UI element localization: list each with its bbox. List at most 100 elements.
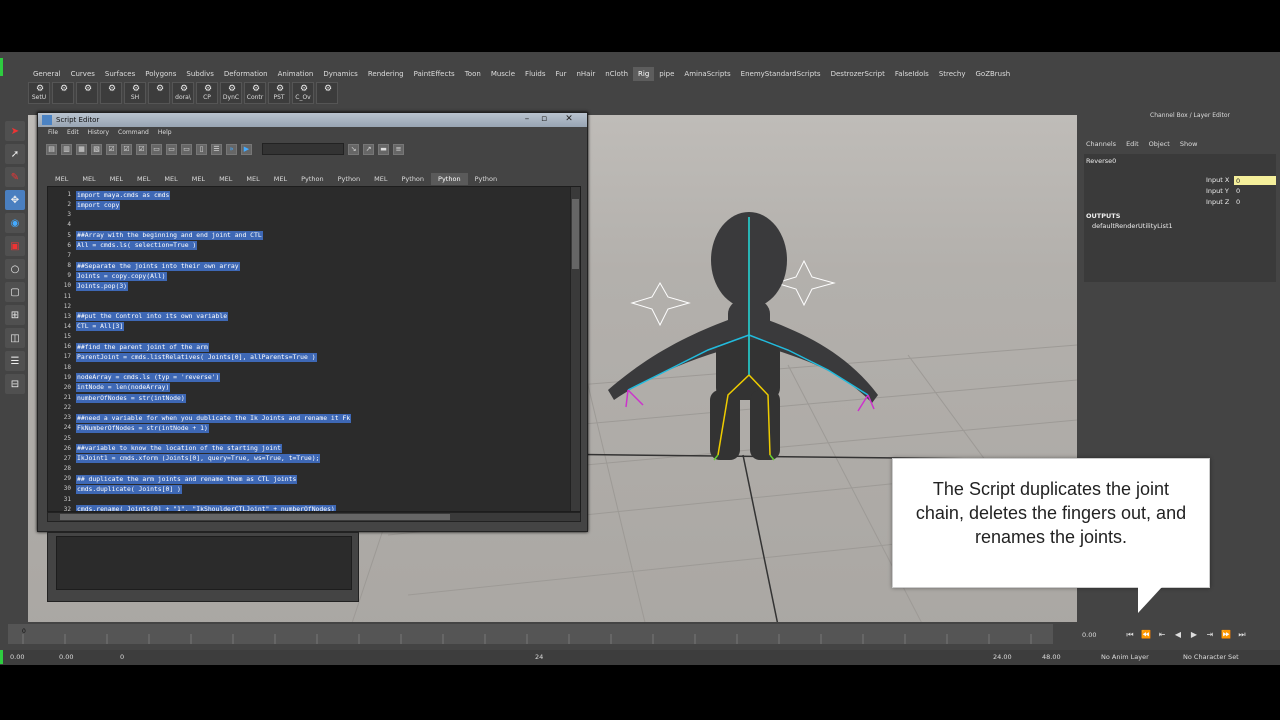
- character-set-menu[interactable]: No Character Set: [1183, 653, 1239, 661]
- shelf-button-icon[interactable]: ⚙ dora\: [172, 82, 194, 104]
- options-icon[interactable]: ≡: [393, 143, 404, 155]
- scale-tool-icon[interactable]: ▣: [5, 236, 25, 256]
- clear-history-icon[interactable]: ▭: [151, 143, 162, 155]
- script-tab[interactable]: MEL: [75, 173, 102, 185]
- range-playback-end-field[interactable]: 48.00: [1042, 653, 1061, 661]
- menu-history[interactable]: History: [88, 127, 109, 139]
- shelf-tab[interactable]: Polygons: [140, 67, 181, 81]
- shelf-tab[interactable]: nCloth: [600, 67, 633, 81]
- step-forward-key-icon[interactable]: ⏩: [1220, 629, 1232, 641]
- menu-help[interactable]: Help: [158, 127, 172, 139]
- shelf-tab[interactable]: Dynamics: [318, 67, 363, 81]
- code-horizontal-scrollbar[interactable]: [47, 512, 581, 522]
- code-input[interactable]: 1 2 3 4 5 6 7 8 9 10 11 12 13 14 15 16 17 18 19 20 21 22 23 24 2…: [47, 186, 581, 512]
- script-tab[interactable]: MEL: [130, 173, 157, 185]
- shelf-tab[interactable]: nHair: [571, 67, 600, 81]
- shelf-tab[interactable]: Curves: [66, 67, 100, 81]
- open-script-icon[interactable]: ▤: [46, 143, 57, 155]
- range-start-field[interactable]: 0.00: [10, 653, 24, 661]
- left-star-control[interactable]: [630, 281, 691, 327]
- shelf-tab[interactable]: EnemyStandardScripts: [736, 67, 826, 81]
- script-tab[interactable]: MEL: [157, 173, 184, 185]
- stack-trace-icon[interactable]: ☑: [136, 143, 147, 155]
- input-x-field[interactable]: 0: [1234, 176, 1276, 185]
- play-forwards-icon[interactable]: ▶: [1188, 629, 1200, 641]
- layout-outliner-icon[interactable]: ⊟: [5, 374, 25, 394]
- shelf-tab[interactable]: GoZBrush: [970, 67, 1015, 81]
- menu-channels[interactable]: Channels: [1086, 140, 1116, 148]
- shelf-button-icon[interactable]: ⚙: [76, 82, 98, 104]
- shelf-button-icon[interactable]: ⚙: [100, 82, 122, 104]
- execute-all-icon[interactable]: »: [226, 143, 237, 155]
- clear-input-icon[interactable]: ▭: [166, 143, 177, 155]
- input-z-value[interactable]: 0: [1236, 198, 1240, 206]
- script-tab[interactable]: Python: [331, 173, 368, 185]
- shelf-tab[interactable]: Strechy: [934, 67, 971, 81]
- script-tab[interactable]: Python: [431, 173, 468, 185]
- move-tool-icon[interactable]: ✥: [5, 190, 25, 210]
- shelf-tab[interactable]: Fur: [551, 67, 572, 81]
- shelf-button-icon[interactable]: ⚙ C_Ov: [292, 82, 314, 104]
- shelf-button-icon[interactable]: ⚙ SH: [124, 82, 146, 104]
- layout-four-icon[interactable]: ⊞: [5, 305, 25, 325]
- script-tab[interactable]: MEL: [367, 173, 394, 185]
- source-script-icon[interactable]: ▥: [61, 143, 72, 155]
- line-numbers-icon[interactable]: ☑: [121, 143, 132, 155]
- shelf-tab[interactable]: Rendering: [363, 67, 409, 81]
- script-tab[interactable]: Python: [395, 173, 432, 185]
- shelf-tab[interactable]: Muscle: [486, 67, 520, 81]
- save-shelf-icon[interactable]: ▧: [91, 143, 102, 155]
- shelf-tab[interactable]: Animation: [273, 67, 319, 81]
- shelf-tab[interactable]: FalseIdols: [890, 67, 934, 81]
- shelf-tab[interactable]: PaintEffects: [409, 67, 460, 81]
- script-tab[interactable]: Python: [294, 173, 331, 185]
- character-model[interactable]: [608, 212, 878, 461]
- input-y-value[interactable]: 0: [1236, 187, 1240, 195]
- shelf-tab[interactable]: Subdivs: [181, 67, 219, 81]
- play-backwards-icon[interactable]: ◀: [1172, 629, 1184, 641]
- minimize-icon[interactable]: –: [520, 113, 534, 125]
- script-tab[interactable]: Python: [468, 173, 505, 185]
- step-back-frame-icon[interactable]: ⇤: [1156, 629, 1168, 641]
- layout-single-icon[interactable]: ▢: [5, 282, 25, 302]
- show-input-icon[interactable]: ☰: [211, 143, 222, 155]
- time-ruler[interactable]: 0: [8, 624, 1053, 644]
- shelf-button-icon[interactable]: ⚙ CP: [196, 82, 218, 104]
- script-tab[interactable]: MEL: [239, 173, 266, 185]
- menu-command[interactable]: Command: [118, 127, 149, 139]
- paint-select-icon[interactable]: ✎: [5, 167, 25, 187]
- shelf-tab[interactable]: pipe: [654, 67, 679, 81]
- menu-edit[interactable]: Edit: [1126, 140, 1139, 148]
- shelf-button-icon[interactable]: ⚙ Contr: [244, 82, 266, 104]
- output-node[interactable]: defaultRenderUtilityList1: [1092, 222, 1173, 230]
- go-to-start-icon[interactable]: ⏮: [1124, 629, 1136, 641]
- layout-side-icon[interactable]: ◫: [5, 328, 25, 348]
- history-output[interactable]: [56, 536, 352, 590]
- shelf-button-icon[interactable]: ⚙: [148, 82, 170, 104]
- current-time-field[interactable]: 0.00: [1082, 631, 1120, 639]
- shelf-button-icon[interactable]: ⚙ SetU: [28, 82, 50, 104]
- shelf-button-icon[interactable]: ⚙: [316, 82, 338, 104]
- shelf-button-icon[interactable]: ⚙ DynC: [220, 82, 242, 104]
- rotate-tool-icon[interactable]: ◉: [5, 213, 25, 233]
- layout-stack-icon[interactable]: ☰: [5, 351, 25, 371]
- script-tab[interactable]: MEL: [103, 173, 130, 185]
- save-script-icon[interactable]: ▦: [76, 143, 87, 155]
- shelf-tab[interactable]: General: [28, 67, 66, 81]
- select-tool-icon[interactable]: ➤: [5, 121, 25, 141]
- go-to-end-icon[interactable]: ⏭: [1236, 629, 1248, 641]
- execute-icon[interactable]: ▶: [241, 143, 252, 155]
- script-editor-titlebar[interactable]: Script Editor – ▫ ✕: [38, 113, 587, 127]
- shelf-tab[interactable]: DestrozerScript: [826, 67, 890, 81]
- anim-layer-menu[interactable]: No Anim Layer: [1101, 653, 1149, 661]
- manipulator-icon[interactable]: ○: [5, 259, 25, 279]
- clear-all-icon[interactable]: ▭: [181, 143, 192, 155]
- shelf-tab[interactable]: Toon: [460, 67, 486, 81]
- script-tab[interactable]: MEL: [185, 173, 212, 185]
- script-tab[interactable]: MEL: [48, 173, 75, 185]
- menu-show[interactable]: Show: [1180, 140, 1198, 148]
- shelf-tab[interactable]: AminaScripts: [679, 67, 735, 81]
- menu-edit[interactable]: Edit: [67, 127, 79, 139]
- lasso-tool-icon[interactable]: ➚: [5, 144, 25, 164]
- shelf-tab[interactable]: Rig: [633, 67, 655, 81]
